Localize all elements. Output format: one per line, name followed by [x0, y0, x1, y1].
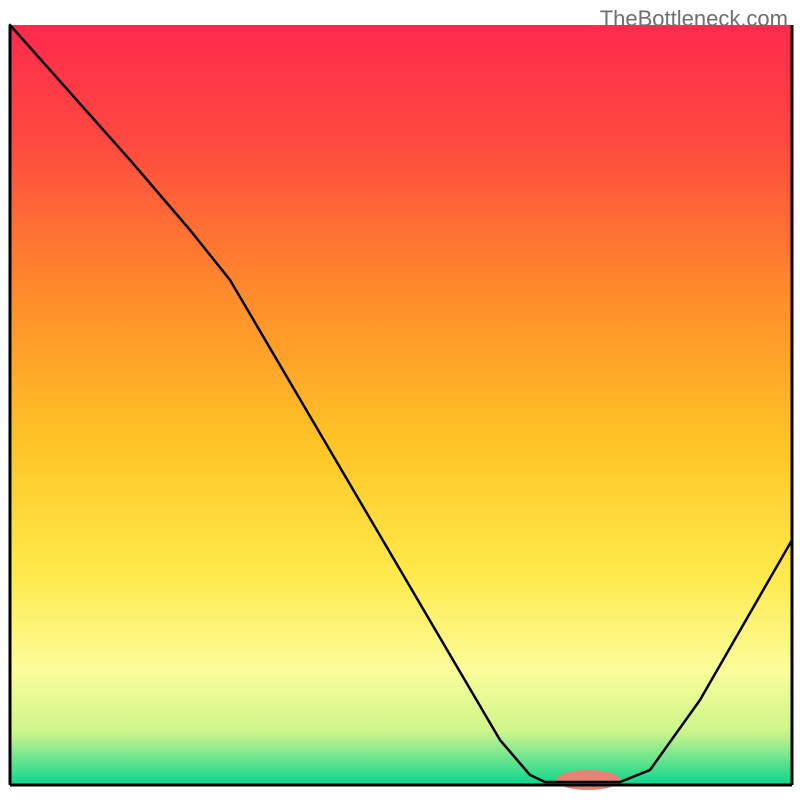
minimum-marker	[556, 770, 620, 790]
chart-svg	[0, 0, 800, 800]
bottleneck-chart: TheBottleneck.com	[0, 0, 800, 800]
chart-gradient-background	[10, 25, 792, 785]
watermark-label: TheBottleneck.com	[600, 6, 788, 32]
